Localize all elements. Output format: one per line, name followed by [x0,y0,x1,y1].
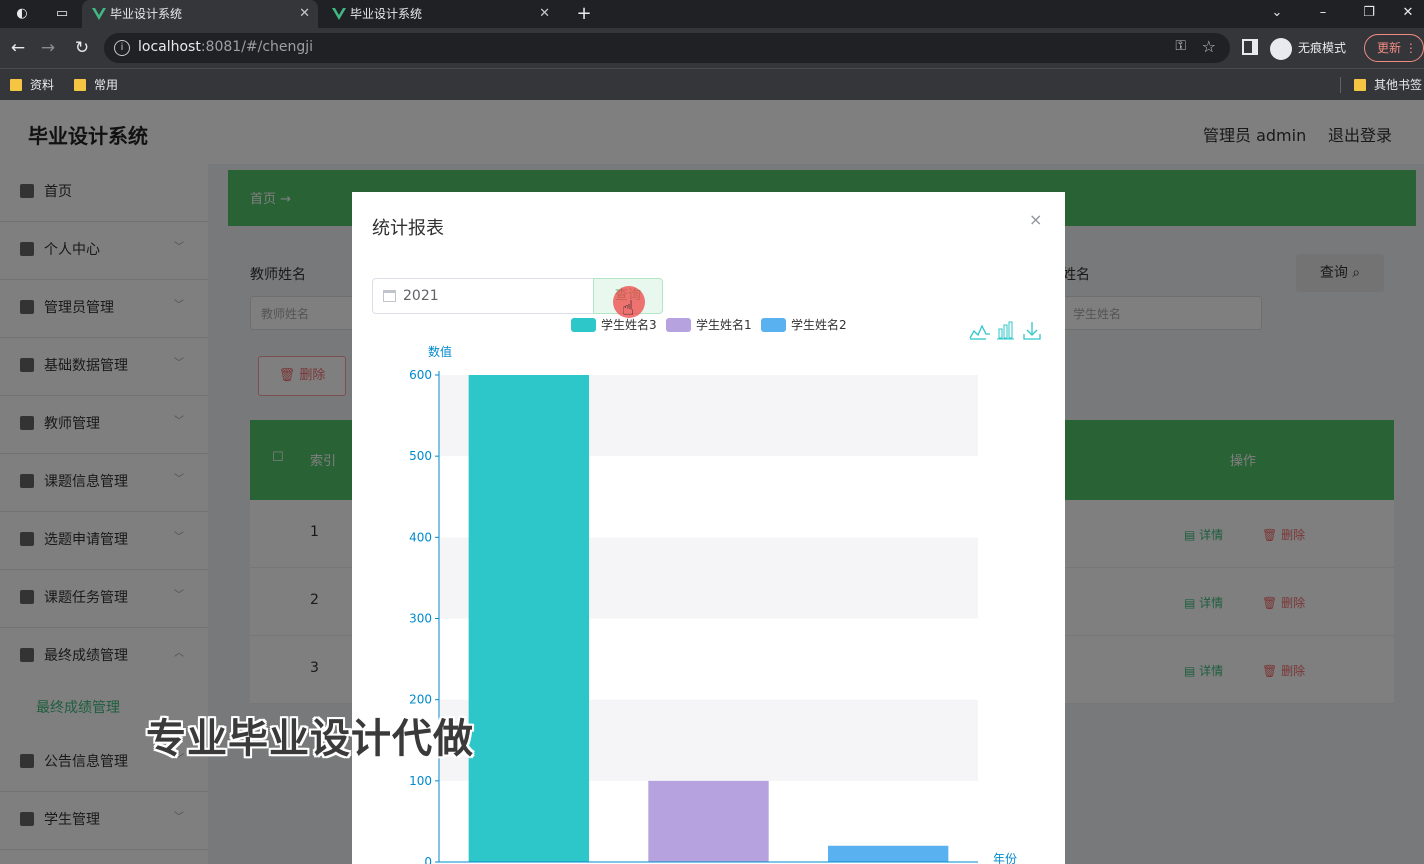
incognito-label: 无痕模式 [1298,41,1347,55]
new-tab-icon[interactable]: + [574,4,594,24]
y-tick-label: 600 [409,368,432,382]
watermark: 专业毕业设计代做 [146,716,474,762]
close-icon[interactable]: ✕ [299,0,310,28]
bar-学生姓名1 [648,780,769,862]
tab-inactive[interactable]: 毕业设计系统 ✕ [322,0,558,28]
legend-swatch [761,318,786,332]
calendar-icon [383,290,396,302]
reload-icon[interactable]: ↻ [70,36,94,60]
legend-label: 学生姓名1 [696,317,752,332]
incognito-indicator[interactable]: 无痕模式 [1270,38,1347,60]
legend-label: 学生姓名2 [791,317,847,332]
y-tick-label: 200 [409,693,432,707]
folder-icon [10,79,22,91]
year-picker[interactable]: 2021 [372,278,594,314]
line-icon[interactable] [969,324,990,340]
browser-tab-bar: ◐ ▭ 毕业设计系统 ✕ 毕业设计系统 ✕ + ⌄ – ❐ ✕ [0,0,1424,28]
url-text: localhost:8081/#/chengji [138,39,314,55]
close-icon[interactable]: × [1029,210,1042,229]
folder-icon [1354,79,1366,91]
back-icon[interactable]: ← [6,36,30,60]
other-bookmarks[interactable]: 其他书签 [1352,75,1422,95]
folder-icon [74,79,86,91]
forward-icon[interactable]: → [36,36,60,60]
legend-swatch [666,318,691,332]
y-tick-label: 0 [424,855,432,864]
tab-active[interactable]: 毕业设计系统 ✕ [82,0,318,28]
y-tick-label: 400 [409,530,432,544]
vue-logo-icon [92,8,106,20]
url-input[interactable]: i localhost:8081/#/chengji ⚿ ☆ [104,33,1230,63]
bookmarks-bar: 资料 常用 其他书签 [0,68,1424,100]
bar-学生姓名2 [827,845,949,862]
chart-toolbox [969,321,1041,340]
tab-title: 毕业设计系统 [350,7,423,21]
y-tick-label: 300 [409,612,432,626]
incognito-icon [1270,38,1292,60]
vue-logo-icon [332,8,346,20]
legend-swatch [571,318,596,332]
update-button[interactable]: 更新 ⋮ [1364,34,1424,62]
x-axis-title: 年份 [993,852,1017,864]
hand-cursor-icon: ☝ [622,296,635,320]
bar-chart: 学生姓名3 学生姓名1 学生姓名2 0100200300400500600数值年份 [409,317,1041,864]
key-icon[interactable]: ⚿ [1175,38,1186,54]
site-info-icon[interactable]: i [114,40,130,56]
tab-title: 毕业设计系统 [110,7,183,21]
side-panel-icon[interactable] [1242,39,1258,55]
bar-学生姓名3 [468,375,590,862]
address-bar: ← → ↻ i localhost:8081/#/chengji ⚿ ☆ 无痕模… [0,28,1424,68]
tab-search-icon[interactable]: ▭ [52,4,72,24]
y-axis-title: 数值 [428,344,452,359]
browser-menu-icon[interactable]: ◐ [12,4,32,24]
bookmark-separator [1340,77,1341,93]
close-icon[interactable]: ✕ [539,0,550,28]
y-tick-label: 500 [409,449,432,463]
year-value: 2021 [403,288,439,304]
star-icon[interactable]: ☆ [1202,37,1216,56]
tab-list-icon[interactable]: ⌄ [1254,0,1300,28]
chart-legend: 学生姓名3 学生姓名1 学生姓名2 [571,317,847,332]
bookmark-folder[interactable]: 常用 [72,75,118,95]
download-icon[interactable] [1023,322,1041,340]
bar-icon[interactable] [997,321,1014,340]
dialog-title: 统计报表 [372,218,444,239]
window-close-icon[interactable]: ✕ [1392,0,1424,28]
y-tick-label: 100 [409,774,432,788]
bookmark-folder[interactable]: 资料 [8,75,54,95]
restore-icon[interactable]: ❐ [1346,0,1392,28]
minimize-icon[interactable]: – [1300,0,1346,28]
